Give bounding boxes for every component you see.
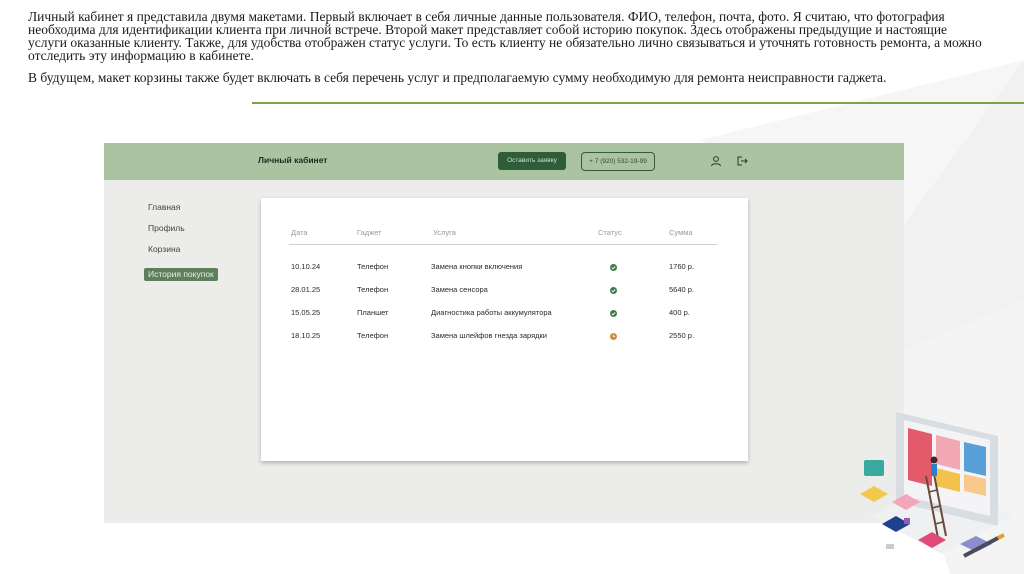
header-divider (289, 244, 717, 245)
sidebar-item-cart[interactable]: Корзина (144, 243, 218, 256)
row-service: Замена шлейфов гнезда зарядки (431, 331, 547, 340)
profile-icon[interactable] (710, 155, 722, 167)
leave-request-button[interactable]: Оставить заявку (498, 152, 566, 170)
row-sum: 400 р. (669, 308, 690, 317)
column-header-date: Дата (291, 228, 308, 237)
row-gadget: Телефон (357, 331, 389, 340)
slide-text: Личный кабинет я представила двумя макет… (28, 10, 988, 93)
row-service: Замена кнопки включения (431, 262, 523, 271)
workspace-illustration-icon (860, 412, 1012, 558)
row-date: 18.10.25 (291, 331, 321, 340)
row-gadget: Телефон (357, 262, 389, 271)
row-date: 10.10.24 (291, 262, 321, 271)
row-sum: 1760 р. (669, 262, 695, 271)
phone-button[interactable]: + 7 (920) 532-19-99 (581, 152, 655, 171)
sidebar-item-home[interactable]: Главная (144, 201, 218, 214)
accent-rule (252, 102, 1024, 104)
row-gadget: Телефон (357, 285, 389, 294)
mockup-page-title: Личный кабинет (258, 155, 328, 165)
slide-paragraph-2: В будущем, макет корзины также будет вкл… (28, 70, 887, 85)
column-header-service: Услуга (433, 228, 456, 237)
column-header-sum: Сумма (669, 228, 693, 237)
column-header-gadget: Гаджет (357, 228, 382, 237)
slide-paragraph-1: Личный кабинет я представила двумя макет… (28, 9, 982, 63)
row-sum: 2550 р. (669, 331, 695, 340)
row-sum: 5640 р. (669, 285, 695, 294)
table-row[interactable]: 28.01.25 Телефон Замена сенсора 5640 р. (261, 285, 748, 299)
status-done-icon (610, 287, 617, 294)
row-service: Замена сенсора (431, 285, 488, 294)
status-pending-icon (610, 333, 617, 340)
sidebar-item-profile[interactable]: Профиль (144, 222, 218, 235)
table-row[interactable]: 15.05.25 Планшет Диагностика работы акку… (261, 308, 748, 322)
table-row[interactable]: 18.10.25 Телефон Замена шлейфов гнезда з… (261, 331, 748, 345)
purchase-history-table: Дата Гаджет Услуга Статус Сумма 10.10.24… (261, 198, 748, 461)
logout-icon[interactable] (736, 155, 748, 167)
row-service: Диагностика работы аккумулятора (431, 308, 552, 317)
table-row[interactable]: 10.10.24 Телефон Замена кнопки включения… (261, 262, 748, 276)
status-done-icon (610, 264, 617, 271)
status-done-icon (610, 310, 617, 317)
row-gadget: Планшет (357, 308, 389, 317)
sidebar-item-purchase-history[interactable]: История покупок (144, 268, 218, 281)
column-header-status: Статус (598, 228, 622, 237)
mockup-header: Личный кабинет Оставить заявку + 7 (920)… (104, 143, 904, 180)
row-date: 15.05.25 (291, 308, 321, 317)
row-date: 28.01.25 (291, 285, 321, 294)
account-mockup: Личный кабинет Оставить заявку + 7 (920)… (104, 143, 904, 523)
mockup-sidebar: Главная Профиль Корзина История покупок (144, 201, 218, 289)
